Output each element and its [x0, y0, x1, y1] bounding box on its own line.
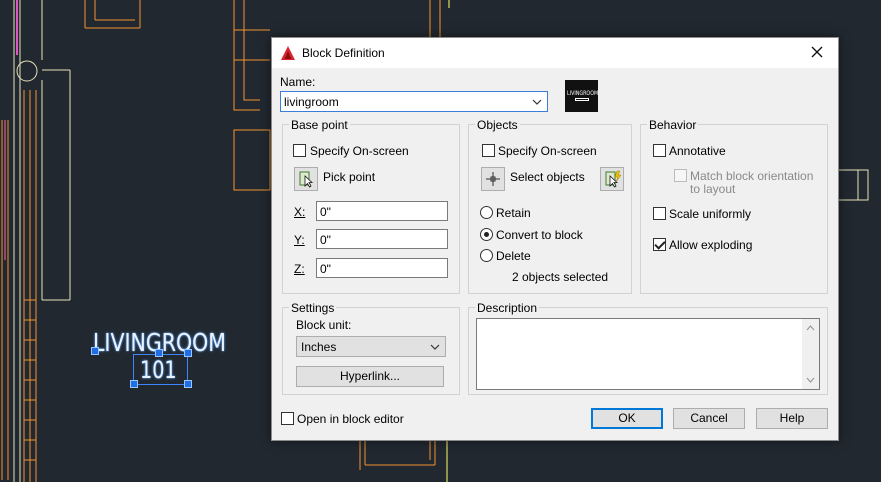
description-title: Description — [475, 301, 540, 315]
block-unit-dropdown[interactable]: Inches — [296, 336, 446, 357]
grip-handle[interactable] — [155, 349, 163, 357]
select-objects-label[interactable]: Select objects — [510, 170, 585, 184]
cancel-button[interactable]: Cancel — [673, 408, 745, 429]
open-in-block-editor-label[interactable]: Open in block editor — [297, 412, 404, 426]
quick-select-button[interactable] — [600, 167, 624, 191]
annotative-label[interactable]: Annotative — [669, 144, 726, 158]
behavior-title: Behavior — [647, 118, 699, 132]
base-specify-onscreen-label[interactable]: Specify On-screen — [310, 144, 409, 158]
retain-label[interactable]: Retain — [496, 206, 531, 220]
convert-to-block-radio[interactable] — [480, 228, 493, 241]
open-in-block-editor-checkbox[interactable] — [281, 412, 294, 425]
base-specify-onscreen-checkbox[interactable] — [293, 144, 306, 157]
ok-button[interactable]: OK — [591, 408, 663, 429]
grip-handle[interactable] — [130, 380, 138, 388]
x-coordinate-input[interactable]: 0" — [316, 201, 448, 221]
description-scrollbar[interactable] — [802, 319, 819, 389]
x-label: X: — [294, 205, 306, 219]
block-unit-label: Block unit: — [296, 318, 352, 332]
name-value: livingroom — [284, 95, 339, 109]
allow-exploding-checkbox[interactable] — [653, 238, 666, 251]
close-icon — [811, 46, 823, 58]
select-objects-button[interactable] — [481, 167, 505, 191]
annotative-checkbox[interactable] — [653, 144, 666, 157]
preview-text: LIVINGROOM — [567, 90, 599, 97]
pick-point-icon — [299, 171, 314, 188]
scroll-down-icon[interactable] — [802, 373, 819, 387]
z-label: Z: — [294, 262, 305, 276]
chevron-down-icon[interactable] — [531, 96, 543, 108]
name-label: Name: — [280, 75, 316, 89]
grip-handle[interactable] — [184, 349, 192, 357]
help-button[interactable]: Help — [756, 408, 828, 429]
quick-select-icon — [605, 170, 622, 188]
autocad-logo-icon — [281, 46, 295, 60]
objects-specify-onscreen-label[interactable]: Specify On-screen — [498, 144, 597, 158]
block-definition-dialog: Block Definition Name: livingroom LIVING… — [271, 37, 839, 441]
preview-number-box — [575, 98, 589, 101]
y-value: 0" — [320, 233, 331, 247]
objects-selected-count: 2 objects selected — [512, 270, 609, 284]
match-orientation-label-line2: to layout — [690, 182, 736, 196]
y-coordinate-input[interactable]: 0" — [316, 229, 448, 249]
delete-radio[interactable] — [480, 249, 493, 262]
retain-radio[interactable] — [480, 206, 493, 219]
objects-title: Objects — [475, 118, 520, 132]
name-combobox[interactable]: livingroom — [280, 91, 548, 112]
settings-title: Settings — [289, 301, 337, 315]
match-orientation-label: Match block orientation — [690, 169, 814, 183]
close-button[interactable] — [800, 40, 834, 66]
room-number-text[interactable]: 101 — [140, 356, 177, 384]
crosshair-icon — [486, 172, 500, 186]
convert-to-block-label[interactable]: Convert to block — [496, 228, 583, 242]
scroll-up-icon[interactable] — [802, 321, 819, 335]
block-unit-value: Inches — [301, 340, 337, 354]
z-coordinate-input[interactable]: 0" — [316, 258, 448, 278]
x-value: 0" — [320, 205, 331, 219]
z-value: 0" — [320, 262, 331, 276]
delete-label[interactable]: Delete — [496, 249, 531, 263]
scale-uniformly-checkbox[interactable] — [653, 207, 666, 220]
hyperlink-button[interactable]: Hyperlink... — [296, 366, 444, 387]
allow-exploding-label[interactable]: Allow exploding — [669, 238, 752, 252]
y-label: Y: — [294, 233, 305, 247]
objects-specify-onscreen-checkbox[interactable] — [482, 144, 495, 157]
base-point-title: Base point — [289, 118, 350, 132]
match-orientation-checkbox[interactable] — [674, 169, 687, 182]
block-preview: LIVINGROOM — [565, 80, 598, 112]
pick-point-button[interactable] — [294, 167, 318, 191]
grip-handle[interactable] — [91, 347, 99, 355]
grip-handle[interactable] — [184, 380, 192, 388]
scale-uniformly-label[interactable]: Scale uniformly — [669, 207, 751, 221]
pick-point-label[interactable]: Pick point — [323, 170, 375, 184]
chevron-down-icon[interactable] — [429, 341, 441, 353]
title-bar[interactable]: Block Definition — [272, 38, 838, 68]
dialog-title: Block Definition — [302, 46, 385, 60]
description-textarea[interactable] — [476, 318, 820, 390]
